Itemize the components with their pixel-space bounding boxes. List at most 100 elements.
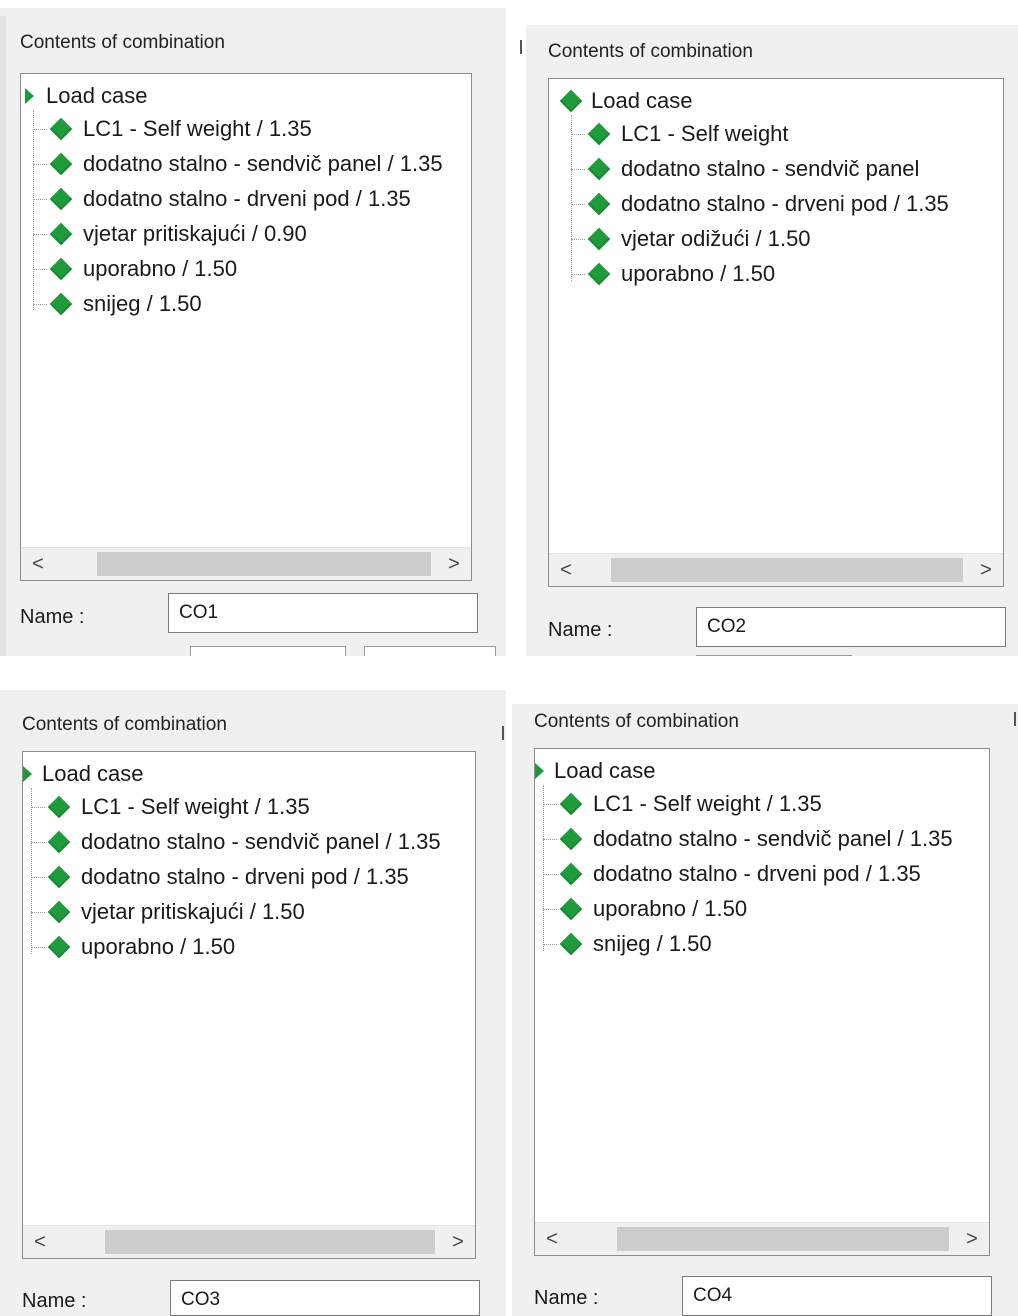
chevron-left-icon[interactable]: < <box>549 554 583 586</box>
diamond-icon <box>47 795 71 819</box>
secondary-field[interactable] <box>696 655 852 656</box>
tree-item[interactable]: vjetar odižući / 1.50 <box>571 224 811 254</box>
tree-item[interactable]: vjetar pritiskajući / 1.50 <box>31 897 305 927</box>
tree-root-label: Load case <box>591 88 693 113</box>
name-label: Name : <box>20 606 85 628</box>
horizontal-scrollbar[interactable]: < > <box>549 553 1003 586</box>
expand-arrow-icon[interactable] <box>535 763 544 779</box>
tree-item-label: uporabno / 1.50 <box>83 256 238 281</box>
tree-item[interactable]: dodatno stalno - sendvič panel / 1.35 <box>543 824 953 854</box>
diamond-icon <box>559 897 583 921</box>
scrollbar-thumb[interactable] <box>97 552 431 576</box>
panel-header: Contents of combination <box>22 714 227 735</box>
tree-root-load-case[interactable]: Load case <box>535 757 656 785</box>
scrollbar-thumb[interactable] <box>617 1227 949 1251</box>
tree-root-load-case[interactable]: Load case <box>23 760 144 788</box>
tree-root-load-case[interactable]: Load case <box>25 82 148 110</box>
name-input[interactable]: CO2 <box>696 607 1006 647</box>
diamond-icon <box>49 222 73 246</box>
diamond-icon <box>49 257 73 281</box>
diamond-icon <box>559 792 583 816</box>
tree-item-label: snijeg / 1.50 <box>593 931 712 956</box>
name-input[interactable]: CO4 <box>682 1276 992 1316</box>
tree-item[interactable]: dodatno stalno - drveni pod / 1.35 <box>543 859 921 889</box>
tree-item[interactable]: LC1 - Self weight <box>571 119 789 149</box>
load-case-tree[interactable]: Load case LC1 - Self weight / 1.35 dodat… <box>20 73 472 581</box>
scrollbar-thumb[interactable] <box>105 1230 435 1254</box>
tree-item-label: vjetar pritiskajući / 1.50 <box>81 899 305 924</box>
horizontal-scrollbar[interactable]: < > <box>21 547 471 580</box>
tree-item[interactable]: snijeg / 1.50 <box>543 929 712 959</box>
diamond-icon <box>559 827 583 851</box>
name-input[interactable]: CO3 <box>170 1280 480 1316</box>
tree-item-label: dodatno stalno - drveni pod / 1.35 <box>81 864 409 889</box>
chevron-left-icon[interactable]: < <box>535 1223 569 1255</box>
tree-item-label: dodatno stalno - sendvič panel <box>621 156 920 181</box>
name-label: Name : <box>548 619 613 641</box>
chevron-right-icon[interactable]: > <box>969 554 1003 586</box>
tree-item-label: snijeg / 1.50 <box>83 291 202 316</box>
name-input[interactable]: CO1 <box>168 593 478 633</box>
tree-item-label: LC1 - Self weight / 1.35 <box>81 794 310 819</box>
load-case-tree[interactable]: Load case LC1 - Self weight dodatno stal… <box>548 78 1004 587</box>
tree-item-label: uporabno / 1.50 <box>593 896 748 921</box>
diamond-icon <box>587 192 611 216</box>
panel-edge <box>0 16 6 656</box>
tree-item-label: uporabno / 1.50 <box>81 934 236 959</box>
tree-item[interactable]: uporabno / 1.50 <box>33 254 237 284</box>
scrollbar-thumb[interactable] <box>611 558 963 582</box>
combination-panel-co4: Contents of combination Load case LC1 - … <box>512 704 1018 1316</box>
diamond-icon <box>47 900 71 924</box>
edge-mark <box>502 726 504 740</box>
chevron-right-icon[interactable]: > <box>437 548 471 580</box>
chevron-right-icon[interactable]: > <box>441 1226 475 1258</box>
horizontal-scrollbar[interactable]: < > <box>535 1222 989 1255</box>
diamond-icon <box>49 187 73 211</box>
diamond-icon <box>49 117 73 141</box>
tree-item-label: LC1 - Self weight / 1.35 <box>593 791 822 816</box>
combination-panel-co3: Contents of combination Load case LC1 - … <box>0 690 506 1316</box>
combination-panel-co1: Contents of combination Load case LC1 - … <box>0 8 506 656</box>
tree-item[interactable]: vjetar pritiskajući / 0.90 <box>33 219 307 249</box>
tree-item[interactable]: LC1 - Self weight / 1.35 <box>31 792 310 822</box>
tree-item[interactable]: snijeg / 1.50 <box>33 289 202 319</box>
expand-arrow-icon[interactable] <box>23 766 32 782</box>
panel-header: Contents of combination <box>548 41 753 62</box>
tree-item[interactable]: dodatno stalno - drveni pod / 1.35 <box>571 189 949 219</box>
tree-item-label: LC1 - Self weight <box>621 121 789 146</box>
tree-item-label: dodatno stalno - sendvič panel / 1.35 <box>593 826 953 851</box>
edge-mark <box>520 40 522 54</box>
tree-item[interactable]: dodatno stalno - drveni pod / 1.35 <box>31 862 409 892</box>
chevron-right-icon[interactable]: > <box>955 1223 989 1255</box>
diamond-icon <box>49 152 73 176</box>
chevron-left-icon[interactable]: < <box>21 548 55 580</box>
name-label: Name : <box>534 1287 599 1309</box>
diamond-icon <box>559 862 583 886</box>
horizontal-scrollbar[interactable]: < > <box>23 1225 475 1258</box>
tree-item[interactable]: dodatno stalno - sendvič panel / 1.35 <box>31 827 441 857</box>
name-label: Name : <box>22 1290 87 1312</box>
tree-item-label: dodatno stalno - drveni pod / 1.35 <box>83 186 411 211</box>
secondary-field[interactable] <box>190 646 346 656</box>
tree-item[interactable]: uporabno / 1.50 <box>543 894 747 924</box>
diamond-icon <box>587 262 611 286</box>
diamond-icon <box>47 865 71 889</box>
chevron-left-icon[interactable]: < <box>23 1226 57 1258</box>
tree-root-load-case[interactable]: Load case <box>553 87 693 115</box>
tree-item[interactable]: uporabno / 1.50 <box>571 259 775 289</box>
load-case-tree[interactable]: Load case LC1 - Self weight / 1.35 dodat… <box>22 751 476 1259</box>
tree-item[interactable]: dodatno stalno - sendvič panel <box>571 154 919 184</box>
expand-arrow-icon[interactable] <box>25 88 34 104</box>
tree-item-label: uporabno / 1.50 <box>621 261 776 286</box>
diamond-icon <box>559 932 583 956</box>
secondary-field[interactable] <box>364 646 496 656</box>
tree-item[interactable]: LC1 - Self weight / 1.35 <box>33 114 312 144</box>
load-case-tree[interactable]: Load case LC1 - Self weight / 1.35 dodat… <box>534 748 990 1256</box>
tree-item[interactable]: dodatno stalno - sendvič panel / 1.35 <box>33 149 443 179</box>
tree-item[interactable]: dodatno stalno - drveni pod / 1.35 <box>33 184 411 214</box>
tree-item-label: dodatno stalno - drveni pod / 1.35 <box>593 861 921 886</box>
tree-item-label: dodatno stalno - drveni pod / 1.35 <box>621 191 949 216</box>
tree-item[interactable]: LC1 - Self weight / 1.35 <box>543 789 822 819</box>
edge-mark <box>1014 712 1016 726</box>
tree-item[interactable]: uporabno / 1.50 <box>31 932 235 962</box>
